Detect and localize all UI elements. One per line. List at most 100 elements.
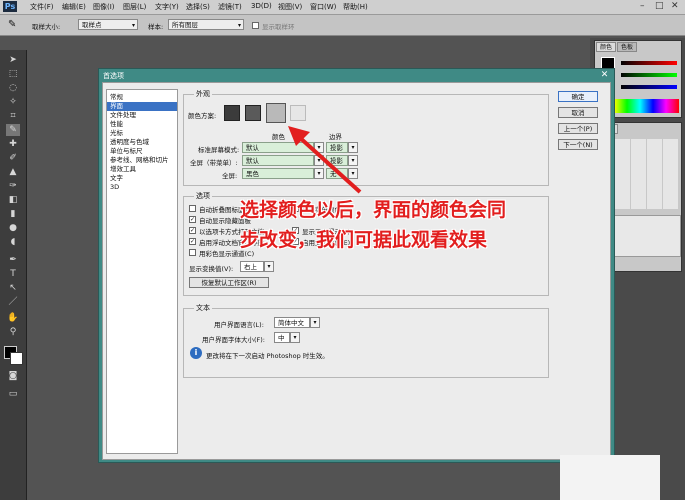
color-channels-checkbox[interactable] bbox=[189, 249, 196, 256]
menu-view[interactable]: 视图(V) bbox=[278, 2, 302, 12]
healing-tool-icon[interactable]: ✚ bbox=[6, 138, 20, 150]
floating-docking-checkbox[interactable]: ✓ bbox=[189, 238, 196, 245]
minimize-icon[interactable]: – bbox=[640, 1, 645, 11]
move-tool-icon[interactable]: ➤ bbox=[6, 54, 20, 66]
category-3d[interactable]: 3D bbox=[107, 183, 177, 192]
eyedropper-icon[interactable]: ✎ bbox=[8, 19, 16, 30]
transform-values-select[interactable]: 右上 bbox=[240, 261, 264, 272]
category-list: 常规 界面 文件处理 性能 光标 透明度与色域 单位与标尺 参考线、网格和切片 … bbox=[106, 89, 178, 454]
pen-tool-icon[interactable]: ✒ bbox=[6, 254, 20, 266]
text-group: 文本 用户界面语言(L): 简体中文 ▾ 用户界面字体大小(F): 中 ▾ i … bbox=[183, 303, 549, 378]
history-brush-icon[interactable]: ✑ bbox=[6, 180, 20, 192]
previous-button[interactable]: 上一个(P) bbox=[558, 123, 598, 134]
ui-language-select[interactable]: 简体中文 bbox=[274, 317, 310, 328]
type-tool-icon[interactable]: T bbox=[6, 268, 20, 280]
crop-tool-icon[interactable]: ⌗ bbox=[6, 110, 20, 122]
auto-collapse-checkbox[interactable] bbox=[189, 205, 196, 212]
ui-font-size-select[interactable]: 中 bbox=[274, 332, 290, 343]
transform-values-label: 显示变换值(V): bbox=[189, 265, 234, 273]
stamp-tool-icon[interactable]: ▲ bbox=[6, 166, 20, 178]
dialog-close-icon[interactable]: ✕ bbox=[599, 70, 610, 80]
menu-edit[interactable]: 编辑(E) bbox=[62, 2, 86, 12]
menu-select[interactable]: 选择(S) bbox=[186, 2, 210, 12]
scheme-swatch-lightest[interactable] bbox=[290, 105, 306, 121]
next-button[interactable]: 下一个(N) bbox=[558, 139, 598, 150]
restore-workspaces-button[interactable]: 恢复默认工作区(R) bbox=[189, 277, 269, 288]
maximize-icon[interactable]: □ bbox=[655, 1, 664, 11]
menu-file[interactable]: 文件(F) bbox=[30, 2, 54, 12]
blue-slider[interactable] bbox=[621, 85, 677, 89]
chevron-down-icon[interactable]: ▾ bbox=[290, 332, 300, 343]
path-select-tool-icon[interactable]: ↖ bbox=[6, 282, 20, 294]
quick-mask-icon[interactable]: ◙ bbox=[6, 370, 20, 382]
hand-tool-icon[interactable]: ✋ bbox=[6, 312, 20, 324]
eraser-tool-icon[interactable]: ◧ bbox=[6, 194, 20, 206]
open-as-tabs-checkbox[interactable]: ✓ bbox=[189, 227, 196, 234]
ok-button[interactable]: 确定 bbox=[558, 91, 598, 102]
zoom-tool-icon[interactable]: ⚲ bbox=[6, 326, 20, 338]
ui-font-size-label: 用户界面字体大小(F): bbox=[202, 336, 266, 344]
category-transparency[interactable]: 透明度与色域 bbox=[107, 138, 177, 147]
chevron-down-icon[interactable]: ▾ bbox=[264, 261, 274, 272]
tab-swatches[interactable]: 色板 bbox=[617, 42, 637, 52]
fullscreen-menu-label: 全屏（带菜单）: bbox=[190, 159, 238, 167]
sample-select[interactable]: 所有图层 bbox=[168, 19, 244, 31]
photoshop-logo: Ps bbox=[3, 1, 17, 12]
appearance-title: 外观 bbox=[194, 89, 212, 99]
tab-color[interactable]: 颜色 bbox=[596, 42, 616, 52]
auto-show-panels-checkbox[interactable]: ✓ bbox=[189, 216, 196, 223]
category-type[interactable]: 文字 bbox=[107, 174, 177, 183]
quick-select-tool-icon[interactable]: ✧ bbox=[6, 96, 20, 108]
brush-tool-icon[interactable]: ✐ bbox=[6, 152, 20, 164]
background-color-swatch[interactable] bbox=[10, 352, 23, 365]
category-general[interactable]: 常规 bbox=[107, 93, 177, 102]
category-plugins[interactable]: 增效工具 bbox=[107, 165, 177, 174]
green-slider[interactable] bbox=[621, 73, 677, 77]
shape-tool-icon[interactable]: ／ bbox=[6, 296, 20, 308]
eyedropper-tool-icon[interactable]: ✎ bbox=[6, 124, 20, 136]
arrow-shaft bbox=[296, 134, 362, 194]
menu-window[interactable]: 窗口(W) bbox=[310, 2, 336, 12]
category-cursors[interactable]: 光标 bbox=[107, 129, 177, 138]
menu-help[interactable]: 帮助(H) bbox=[343, 2, 368, 12]
chevron-down-icon[interactable]: ▾ bbox=[310, 317, 320, 328]
text-title: 文本 bbox=[194, 303, 212, 313]
close-icon[interactable]: ✕ bbox=[671, 1, 679, 11]
standard-screen-label: 标准屏幕模式: bbox=[198, 146, 240, 154]
menu-layer[interactable]: 图层(L) bbox=[123, 2, 146, 12]
fullscreen-label: 全屏: bbox=[222, 172, 238, 180]
annotation-line-1: 选择颜色以后，界面的颜色会同 bbox=[240, 199, 507, 221]
dodge-tool-icon[interactable]: ◖ bbox=[6, 236, 20, 248]
menu-filter[interactable]: 滤镜(T) bbox=[218, 2, 242, 12]
sample-size-select[interactable]: 取样点 bbox=[78, 19, 138, 31]
annotation-text: 选择颜色以后，界面的颜色会同 步改变，我们可据此观看效果 bbox=[240, 195, 506, 255]
show-ring-checkbox[interactable] bbox=[252, 22, 259, 29]
category-interface[interactable]: 界面 bbox=[107, 102, 177, 111]
color-scheme-label: 颜色方案: bbox=[188, 112, 217, 120]
menu-type[interactable]: 文字(Y) bbox=[155, 2, 179, 12]
scheme-swatch-darkest[interactable] bbox=[224, 105, 240, 121]
annotation-line-2: 步改变，我们可据此观看效果 bbox=[240, 229, 488, 251]
ui-language-label: 用户界面语言(L): bbox=[214, 321, 264, 329]
blur-tool-icon[interactable]: ● bbox=[6, 222, 20, 234]
screen-mode-icon[interactable]: ▭ bbox=[6, 388, 20, 400]
menu-3d[interactable]: 3D(D) bbox=[251, 2, 272, 10]
red-slider[interactable] bbox=[621, 61, 677, 65]
category-units[interactable]: 单位与标尺 bbox=[107, 147, 177, 156]
restart-note: 更改将在下一次启动 Photoshop 时生效。 bbox=[206, 352, 329, 360]
annotation-arrow bbox=[288, 126, 362, 194]
sample-label: 样本: bbox=[148, 23, 164, 31]
menu-image[interactable]: 图像(I) bbox=[93, 2, 115, 12]
toolbox: ➤ ⬚ ◌ ✧ ⌗ ✎ ✚ ✐ ▲ ✑ ◧ ▮ ● ◖ ✒ T ↖ ／ ✋ ⚲ … bbox=[0, 50, 27, 500]
category-guides[interactable]: 参考线、网格和切片 bbox=[107, 156, 177, 165]
scheme-swatch-dark[interactable] bbox=[245, 105, 261, 121]
options-title: 选项 bbox=[194, 191, 212, 201]
show-ring-label: 显示取样环 bbox=[262, 23, 295, 31]
marquee-tool-icon[interactable]: ⬚ bbox=[6, 68, 20, 80]
gradient-tool-icon[interactable]: ▮ bbox=[6, 208, 20, 220]
category-performance[interactable]: 性能 bbox=[107, 120, 177, 129]
lasso-tool-icon[interactable]: ◌ bbox=[6, 82, 20, 94]
sample-size-label: 取样大小: bbox=[32, 23, 61, 31]
category-file-handling[interactable]: 文件处理 bbox=[107, 111, 177, 120]
cancel-button[interactable]: 取消 bbox=[558, 107, 598, 118]
